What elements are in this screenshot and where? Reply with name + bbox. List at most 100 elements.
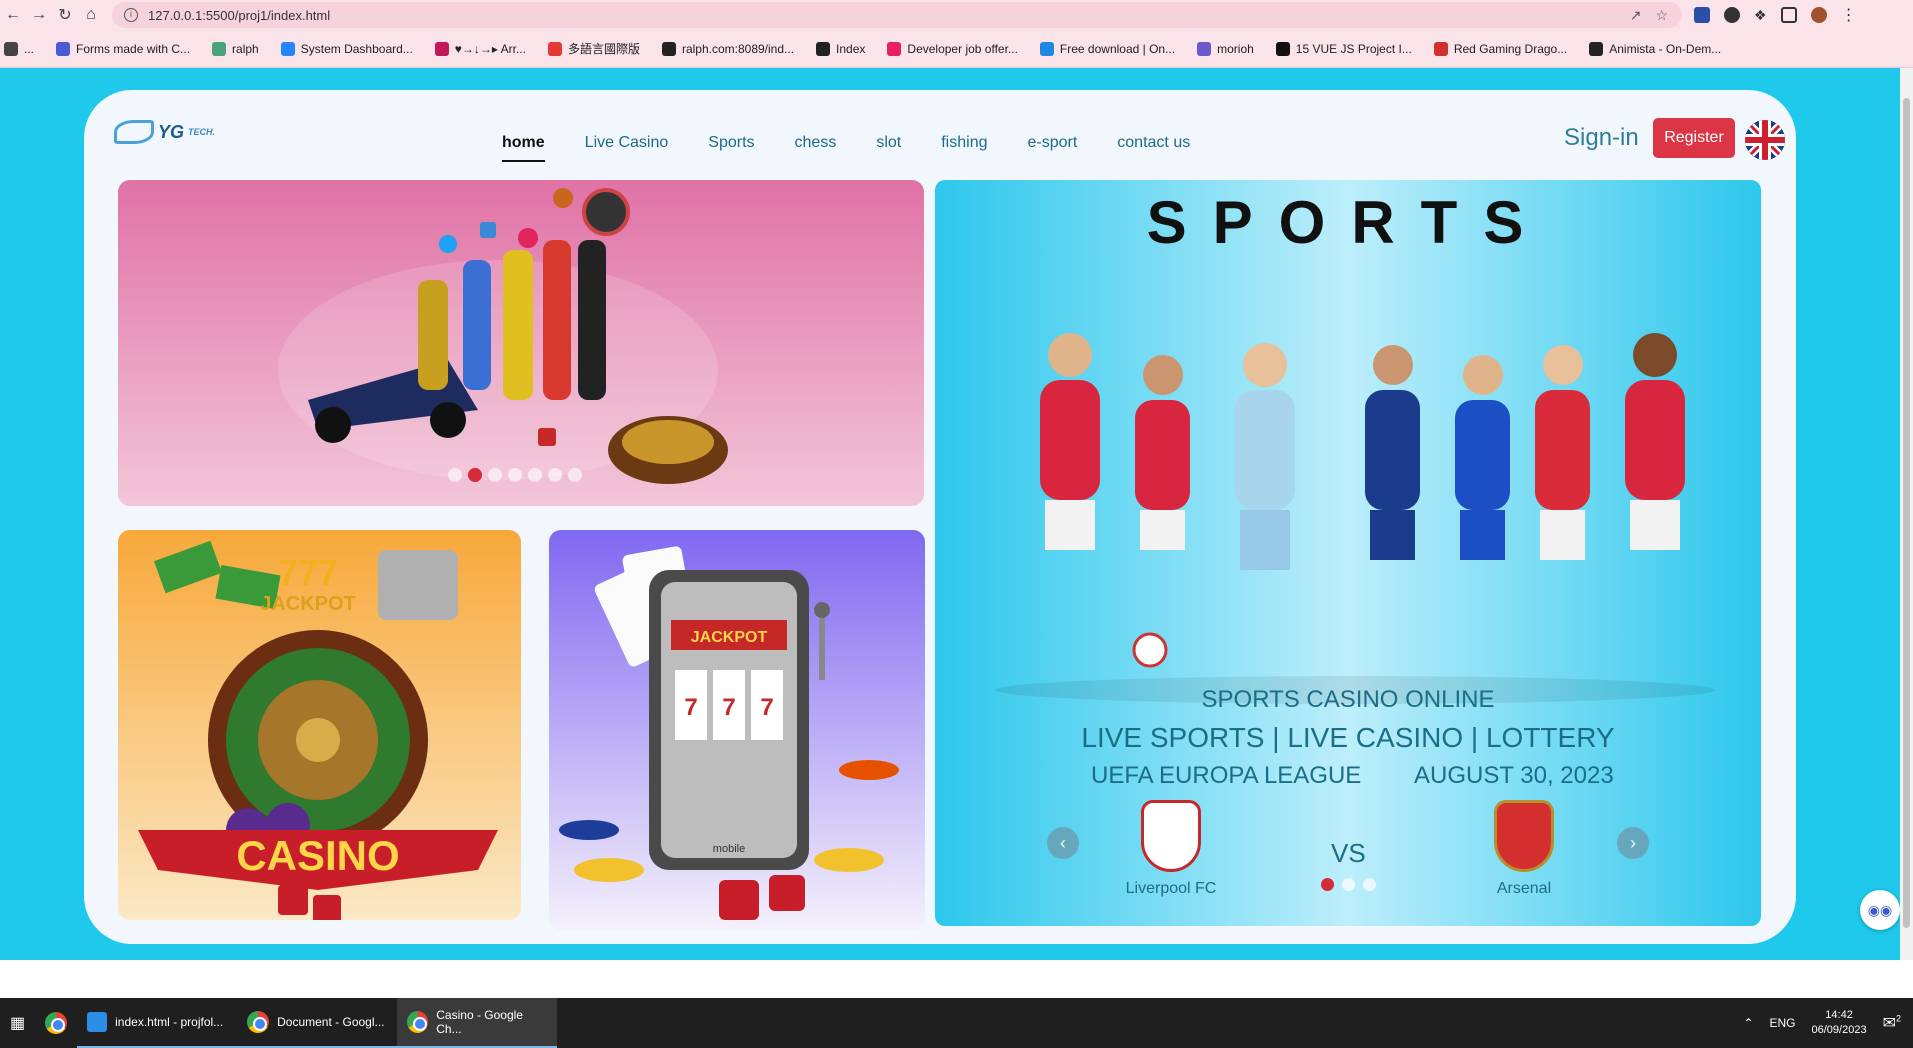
tray-expand-icon[interactable]: ⌃ <box>1743 1016 1753 1030</box>
carousel-indicators <box>448 468 582 482</box>
nav-item-contact-us[interactable]: contact us <box>1117 130 1190 162</box>
match-slide-dot[interactable] <box>1363 878 1376 891</box>
chat-assistant-icon[interactable]: ◉◉ <box>1860 890 1900 930</box>
register-button[interactable]: Register <box>1653 118 1735 158</box>
nav-item-home[interactable]: home <box>502 130 545 162</box>
bookmark-item[interactable]: Red Gaming Drago... <box>1433 41 1568 56</box>
taskbar-app-label: Document - Googl... <box>277 1015 385 1029</box>
sports-panel[interactable]: SPORTS SPORTS CASINO ONLINE LIVE SPORTS … <box>935 180 1761 926</box>
bookmark-favicon-icon <box>4 41 18 56</box>
bookmark-label: Index <box>836 41 866 56</box>
chrome-icon <box>247 1011 270 1033</box>
bookmark-favicon-icon <box>1275 41 1290 56</box>
bookmark-item[interactable]: Free download | On... <box>1039 41 1175 56</box>
taskbar-chrome-pinned[interactable] <box>35 998 77 1048</box>
clock[interactable]: 14:42 06/09/2023 <box>1812 1008 1867 1038</box>
next-slide-button[interactable]: › <box>1617 827 1649 859</box>
bookmark-item[interactable]: ralph <box>212 41 259 56</box>
match-slide-dot[interactable] <box>1342 878 1355 891</box>
bookmark-star-icon[interactable]: ☆ <box>1655 7 1668 24</box>
away-team[interactable]: Arsenal <box>1464 800 1584 898</box>
forward-icon[interactable]: → <box>26 2 52 28</box>
bookmark-item[interactable]: ♥→↓→▸ Arr... <box>434 41 526 56</box>
slot-tile[interactable]: JACKPOT 7 7 7 mobile <box>549 530 925 930</box>
reload-icon[interactable]: ↻ <box>52 2 78 28</box>
chrome-icon <box>45 1012 68 1034</box>
clock-date: 06/09/2023 <box>1811 1024 1867 1036</box>
site-logo[interactable]: YG TECH. <box>114 120 215 144</box>
carousel-dot[interactable] <box>568 468 582 482</box>
extension-ghost-icon[interactable] <box>1724 7 1740 23</box>
casino-tile[interactable]: CASINO JACKPOT 777 <box>118 530 521 920</box>
bookmarks-bar: ... Forms made with C... ralph System Dashb… <box>0 30 1913 68</box>
side-panel-icon[interactable] <box>1780 7 1797 23</box>
liverpool-crest-icon <box>1141 800 1201 872</box>
match-slide-dot[interactable] <box>1321 878 1334 891</box>
uk-flag-icon[interactable] <box>1745 120 1785 160</box>
bookmark-label: Red Gaming Drago... <box>1453 41 1568 56</box>
bookmark-item[interactable]: ralph.com:8089/ind... <box>661 41 795 56</box>
casino-banner-text: CASINO <box>236 832 399 879</box>
site-info-icon[interactable]: i <box>124 8 138 22</box>
match-league: UEFA EUROPA LEAGUE <box>1091 762 1362 789</box>
extension-icon[interactable] <box>1694 7 1710 23</box>
share-icon[interactable]: ↗ <box>1630 7 1642 24</box>
language-indicator[interactable]: ENG <box>1770 1016 1796 1030</box>
page-scrollbar[interactable] <box>1900 68 1913 960</box>
home-team[interactable]: Liverpool FC <box>1111 800 1231 898</box>
away-team-name: Arsenal <box>1496 880 1552 897</box>
hero-carousel[interactable] <box>118 180 924 506</box>
bookmark-item[interactable]: morioh <box>1197 41 1254 56</box>
extensions-puzzle-icon[interactable]: ❖ <box>1754 7 1767 24</box>
prev-slide-button[interactable]: ‹ <box>1047 827 1079 859</box>
url-text: 127.0.0.1:5500/proj1/index.html <box>148 7 331 23</box>
bookmark-item[interactable]: Developer job offer... <box>887 41 1018 56</box>
profile-avatar[interactable] <box>1810 7 1827 23</box>
menu-kebab-icon[interactable]: ⋮ <box>1841 5 1857 25</box>
taskbar-app-label: Casino - Google Ch... <box>436 1008 523 1036</box>
bookmark-favicon-icon <box>1433 41 1448 56</box>
nav-item-e-sport[interactable]: e-sport <box>1027 130 1077 162</box>
nav-item-sports[interactable]: Sports <box>708 130 754 162</box>
carousel-dot[interactable] <box>468 468 482 482</box>
bookmark-item[interactable]: Forms made with C... <box>56 41 190 56</box>
bookmark-label: 多語言國際版 <box>567 42 640 56</box>
scrollbar-thumb[interactable] <box>1903 98 1910 928</box>
taskbar-app[interactable]: index.html - projfol... <box>77 998 238 1048</box>
bookmark-item[interactable]: Animista - On-Dem... <box>1589 41 1721 56</box>
carousel-dot[interactable] <box>488 468 502 482</box>
notification-icon[interactable]: ✉2 <box>1883 1013 1901 1033</box>
sign-in-link[interactable]: Sign-in <box>1564 124 1639 152</box>
carousel-dot[interactable] <box>508 468 522 482</box>
nav-item-fishing[interactable]: fishing <box>941 130 987 162</box>
bookmark-label: ... <box>24 41 35 56</box>
back-icon[interactable]: ← <box>0 2 26 28</box>
nav-item-chess[interactable]: chess <box>795 130 837 162</box>
bookmark-label: morioh <box>1217 41 1254 56</box>
bookmark-favicon-icon <box>56 41 71 56</box>
carousel-dot[interactable] <box>548 468 562 482</box>
page-viewport: YG TECH. home Live Casino Sports chess slot f… <box>0 68 1900 960</box>
clock-time: 14:42 <box>1825 1009 1853 1021</box>
nav-item-slot[interactable]: slot <box>876 130 901 162</box>
home-icon[interactable]: ⌂ <box>78 2 104 28</box>
chrome-icon <box>407 1011 429 1033</box>
bookmark-item[interactable]: 15 VUE JS Project I... <box>1275 41 1412 56</box>
bookmark-favicon-icon <box>1197 41 1212 56</box>
carousel-dot[interactable] <box>528 468 542 482</box>
address-bar[interactable]: i 127.0.0.1:5500/proj1/index.html ↗ ☆ <box>112 2 1682 28</box>
taskbar-app[interactable]: Document - Googl... <box>237 998 398 1048</box>
bookmark-label: Developer job offer... <box>907 41 1018 56</box>
reel-2-text: 7 <box>722 694 735 721</box>
bookmark-label: ralph.com:8089/ind... <box>681 41 795 56</box>
bookmark-item[interactable]: 多語言國際版 <box>547 40 640 57</box>
nav-item-live-casino[interactable]: Live Casino <box>585 130 669 162</box>
sports-collage-image <box>278 188 728 484</box>
bookmark-item[interactable]: System Dashboard... <box>280 41 413 56</box>
carousel-dot[interactable] <box>448 468 462 482</box>
bookmark-item[interactable]: Index <box>816 41 866 56</box>
start-button[interactable]: ▦ <box>0 998 35 1048</box>
taskbar-app[interactable]: Casino - Google Ch... <box>397 998 558 1048</box>
bookmark-favicon-icon <box>212 41 227 56</box>
bookmark-item[interactable]: ... <box>4 41 35 56</box>
